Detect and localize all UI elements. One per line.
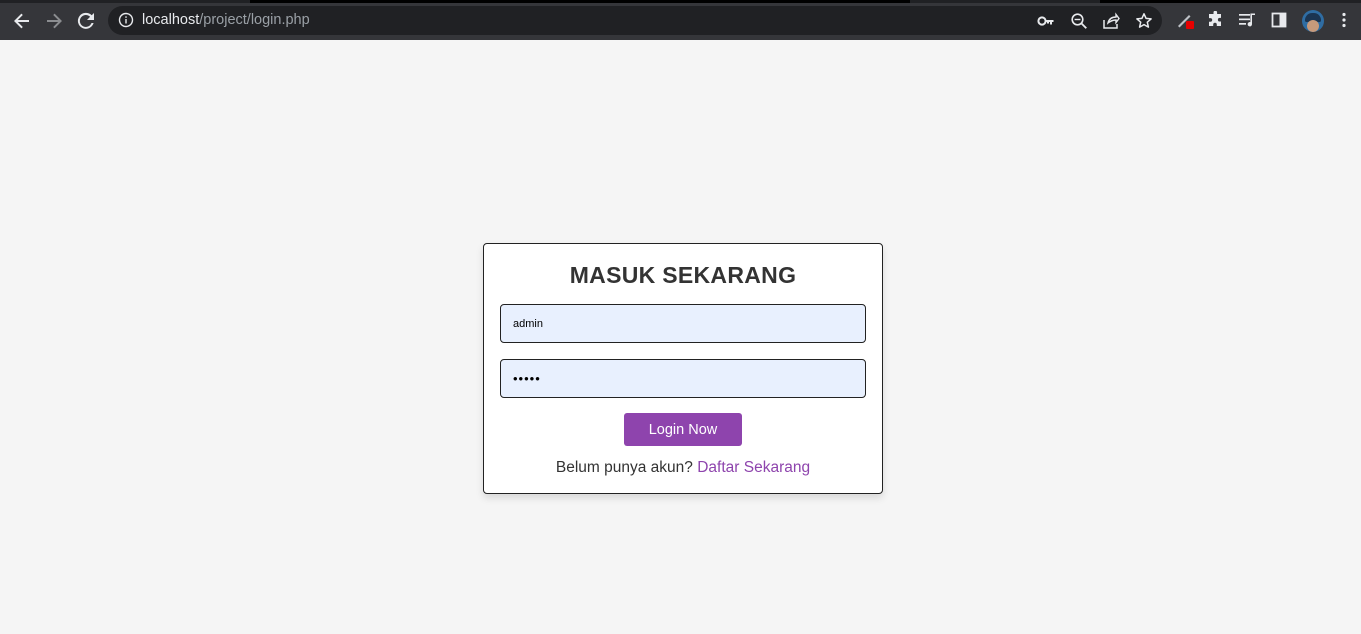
key-icon[interactable]	[1037, 12, 1055, 30]
kebab-menu-icon[interactable]	[1335, 11, 1353, 29]
forward-button[interactable]	[41, 8, 67, 34]
tab-edge	[250, 0, 910, 3]
share-icon[interactable]	[1102, 12, 1120, 30]
signup-prompt: Belum punya akun?	[555, 459, 693, 476]
side-panel-icon[interactable]	[1270, 11, 1288, 29]
login-button[interactable]: Login Now	[624, 413, 742, 446]
arrow-left-icon	[14, 13, 29, 29]
zoom-out-icon[interactable]	[1070, 12, 1088, 30]
login-form: MASUK SEKARANG Login Now Belum punya aku…	[483, 243, 883, 494]
arrow-right-icon	[47, 13, 62, 29]
url-host: localhost	[142, 12, 200, 28]
playlist-icon[interactable]	[1238, 11, 1256, 29]
tab-edge	[1100, 0, 1280, 3]
login-title: MASUK SEKARANG	[569, 262, 797, 288]
signup-link[interactable]: Daftar Sekarang	[697, 459, 810, 476]
tab-strip	[0, 0, 1361, 3]
avatar-face	[1307, 20, 1319, 32]
browser-toolbar: localhost/project/login.php	[0, 0, 1361, 40]
star-icon[interactable]	[1135, 12, 1153, 30]
reload-button[interactable]	[73, 8, 99, 34]
address-bar[interactable]: localhost/project/login.php	[108, 6, 1162, 35]
url-path: /project/login.php	[199, 12, 310, 28]
back-button[interactable]	[9, 8, 35, 34]
username-input[interactable]	[500, 304, 866, 343]
refresh-icon	[77, 12, 94, 29]
profile-avatar-icon[interactable]	[1302, 10, 1324, 32]
signup-text: Belum punya akun? Daftar Sekarang	[484, 459, 882, 477]
password-input[interactable]	[500, 359, 866, 398]
info-circle-icon[interactable]	[118, 12, 134, 28]
pen-extension-icon[interactable]	[1176, 11, 1194, 29]
puzzle-icon[interactable]	[1207, 11, 1225, 29]
url-text[interactable]: localhost/project/login.php	[142, 12, 310, 28]
